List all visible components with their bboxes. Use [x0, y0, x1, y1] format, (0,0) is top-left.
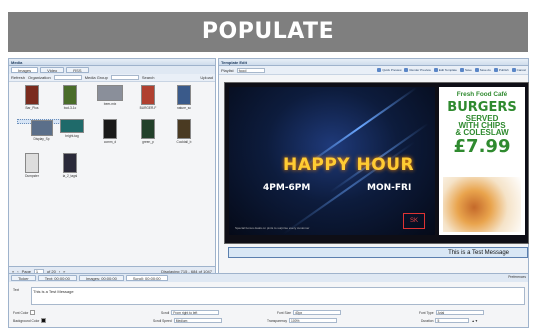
ticker-preview[interactable]: This is a Test Message — [228, 247, 528, 258]
edit-icon — [433, 68, 438, 72]
quick-preview-button[interactable]: Quick Preview — [377, 68, 401, 72]
upload-button[interactable]: Upload — [200, 75, 213, 80]
duration-input[interactable]: 5 — [435, 318, 470, 323]
properties-tabs: Ticker Text: 00:00:00 Images: 00:00:00 S… — [9, 274, 528, 282]
media-tabs: Images Video RSS — [9, 66, 215, 74]
happy-hour-time: 4PM-6PM — [263, 183, 311, 193]
tab-ticker[interactable]: Ticker — [11, 275, 36, 281]
preferences-toggle[interactable]: Preferences — [508, 275, 526, 281]
font-color-row: Font Color — [13, 310, 36, 315]
font-size-label: Font Size — [277, 310, 291, 315]
happy-hour-days: MON-FRI — [367, 183, 412, 193]
render-icon — [404, 68, 409, 72]
font-size-row: Font Size 40px — [277, 310, 341, 315]
header-banner: POPULATE — [0, 0, 536, 56]
organization-label: Organization — [28, 75, 51, 80]
thumbnail[interactable]: comm_d — [95, 119, 125, 149]
thumbnail[interactable]: bright-tag — [55, 119, 89, 149]
tab-scroll[interactable]: Scroll: 00:00:00 — [125, 275, 168, 281]
happy-hour-zone[interactable]: HAPPY HOUR 4PM-6PM MON-FRI Special bonus… — [229, 87, 435, 235]
media-panel: Media Images Video RSS Refresh Organizat… — [8, 58, 216, 276]
font-color-label: Font Color — [13, 310, 29, 315]
playlist-label: Playlist — [221, 67, 234, 73]
transparency-select[interactable]: 100% — [289, 318, 338, 323]
tab-images-timing[interactable]: Images: 00:00:00 — [78, 275, 124, 281]
publish-button[interactable]: Publish — [493, 68, 509, 72]
template-panel-title: Template Edit — [219, 59, 528, 66]
thumbnail[interactable]: nature_sc — [169, 85, 199, 115]
edit-template-button[interactable]: Edit Template — [433, 68, 457, 72]
thumbnail[interactable]: beer-mix — [93, 85, 127, 115]
scroll-row: Scroll From right to left — [161, 310, 220, 315]
save-button[interactable]: Save — [459, 68, 472, 72]
text-row: Text — [13, 288, 19, 292]
ad-product: BURGERS — [447, 100, 517, 115]
transparency-row: Transparency 100% — [267, 318, 338, 323]
thumbnail[interactable]: Dumpster — [17, 153, 47, 183]
bar-logo-icon: SK — [403, 213, 425, 229]
burger-image — [443, 177, 521, 232]
thumbnail[interactable]: BURGER-F — [133, 85, 163, 115]
media-group-label: Media Group — [84, 75, 108, 80]
thumbnail[interactable]: bcd-3-1c — [55, 85, 85, 115]
scroll-select[interactable]: From right to left — [171, 310, 220, 315]
font-type-label: Font Type — [419, 310, 434, 315]
tab-text[interactable]: Text: 00:00:00 — [37, 275, 77, 281]
save-as-icon — [474, 68, 479, 72]
bg-color-row: Background Color — [13, 318, 47, 323]
scroll-speed-label: Scroll Speed — [153, 318, 172, 323]
ad-offer-line: & COLESLAW — [455, 128, 509, 137]
text-label: Text — [13, 288, 20, 292]
scroll-label: Scroll — [161, 310, 170, 315]
ticker-properties-panel: Ticker Text: 00:00:00 Images: 00:00:00 S… — [8, 273, 529, 328]
thumbnail[interactable]: Cocktail_b — [169, 119, 199, 149]
preview-icon — [377, 68, 382, 72]
ad-price: £7.99 — [453, 136, 511, 157]
playlist-input[interactable]: food — [236, 67, 265, 73]
media-toolbar: Refresh Organization Media Group Search … — [9, 74, 215, 82]
fine-print: Special bonus deals on pints to surprise… — [235, 226, 310, 230]
duration-label: Duration — [421, 318, 434, 323]
duration-row: Duration 5 ▲▼ — [421, 318, 478, 323]
thumbnail[interactable]: green_p — [133, 119, 163, 149]
ticker-text-input[interactable]: This is a Test Message — [31, 287, 525, 305]
thumbnail[interactable]: Bar_Plus — [17, 85, 47, 115]
duration-stepper-icon[interactable]: ▲▼ — [471, 319, 478, 323]
happy-hour-headline: HAPPY HOUR — [283, 155, 415, 175]
scroll-speed-row: Scroll Speed Medium — [153, 318, 222, 323]
save-icon — [459, 68, 464, 72]
font-type-row: Font Type Arial — [419, 310, 484, 315]
font-color-swatch[interactable] — [30, 310, 36, 315]
template-toolbar: Playlist food Quick Preview Render Previ… — [219, 66, 528, 75]
burger-ad-zone[interactable]: Fresh Food Café BURGERS SERVED WITH CHIP… — [439, 87, 525, 235]
save-as-button[interactable]: Save As — [474, 68, 491, 72]
render-preview-button[interactable]: Render Preview — [404, 68, 431, 72]
font-size-select[interactable]: 40px — [292, 310, 341, 315]
organization-select[interactable] — [53, 75, 82, 80]
media-group-select[interactable] — [110, 75, 139, 80]
font-type-select[interactable]: Arial — [435, 310, 484, 315]
thumbnail[interactable]: la_2_tagsl — [55, 153, 85, 183]
ad-brand: Fresh Food Café — [456, 91, 508, 98]
template-preview[interactable]: HAPPY HOUR 4PM-6PM MON-FRI Special bonus… — [224, 82, 529, 244]
refresh-button[interactable]: Refresh — [11, 75, 25, 80]
background-color-swatch[interactable] — [41, 318, 47, 323]
media-panel-title: Media — [9, 59, 215, 66]
background-color-label: Background Color — [13, 318, 40, 323]
tab-rss[interactable]: RSS — [66, 67, 89, 73]
publish-icon — [493, 68, 498, 72]
cancel-button[interactable]: Cancel — [511, 68, 526, 72]
tab-video[interactable]: Video — [40, 67, 65, 73]
tab-images[interactable]: Images — [11, 67, 39, 73]
scroll-speed-select[interactable]: Medium — [173, 318, 222, 323]
transparency-label: Transparency — [267, 318, 288, 323]
page-title: POPULATE — [8, 12, 528, 52]
cancel-icon — [511, 68, 516, 72]
search-button[interactable]: Search — [142, 75, 155, 80]
